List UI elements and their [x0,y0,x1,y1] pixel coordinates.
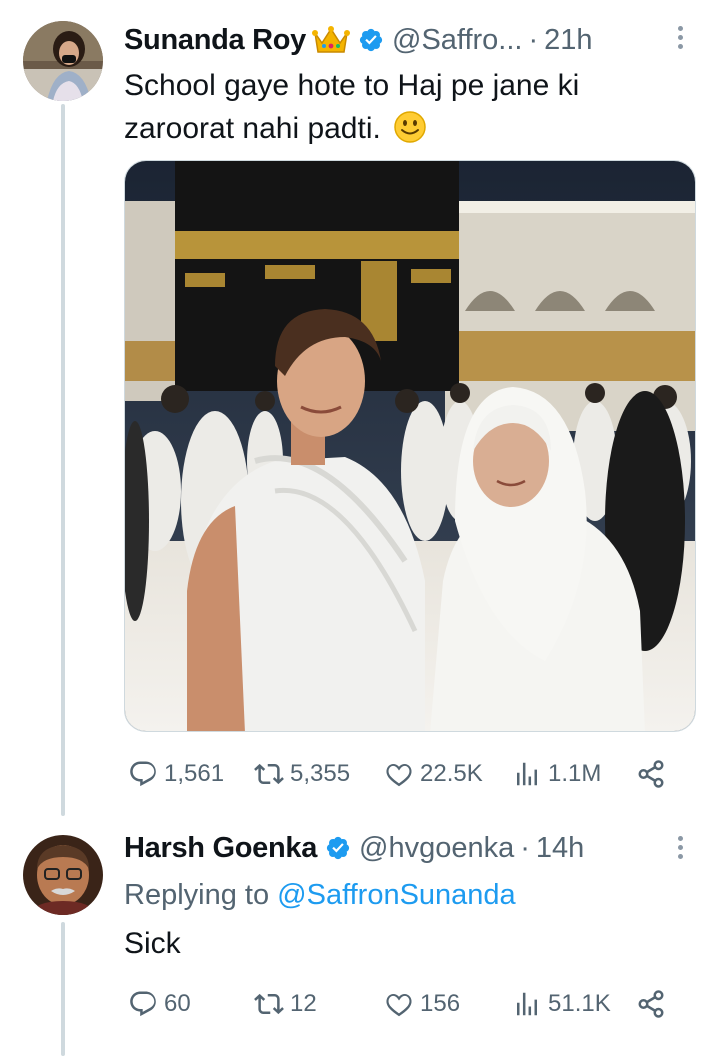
replying-to-mention[interactable]: @SaffronSunanda [277,879,516,911]
avatar[interactable] [23,21,103,101]
reply-button[interactable]: 60 [128,984,191,1024]
tweet-body: Sick [124,927,181,960]
views-icon [517,762,537,786]
user-handle[interactable]: @Saffro... [392,22,522,58]
tweet-header: Harsh Goenka @hvgoenka · 14h [124,830,584,866]
timestamp[interactable]: 14h [536,830,584,866]
share-icon [638,760,664,788]
views-icon [517,992,537,1016]
views-count: 51.1K [548,990,611,1017]
timestamp[interactable]: 21h [544,22,592,58]
reply-icon [130,991,156,1017]
separator-dot: · [528,24,539,56]
reply-count: 60 [164,990,191,1017]
tweet-text: Sick [124,922,181,965]
views-button[interactable]: 1.1M [512,754,601,794]
like-button[interactable]: 22.5K [384,754,483,794]
verified-badge-icon [326,836,350,860]
thread-connector-line [61,104,65,816]
separator-dot: · [520,832,530,864]
avatar[interactable] [23,835,103,915]
like-count: 156 [420,990,461,1017]
like-icon [386,993,412,1017]
tweet-actions: 60 12 156 51.1K [124,984,684,1024]
display-name[interactable]: Sunanda Roy [124,22,306,58]
retweet-count: 5,355 [290,760,351,787]
share-icon [638,990,664,1018]
verified-badge-icon [359,28,383,52]
retweet-button[interactable]: 5,355 [254,754,350,794]
more-icon[interactable] [676,836,684,862]
tweet-actions: 1,561 5,355 22.5K 1.1M [124,754,684,794]
smiley-emoji-icon [394,111,426,143]
share-button[interactable] [636,754,672,794]
like-count: 22.5K [420,760,483,787]
retweet-button[interactable]: 12 [254,984,317,1024]
crown-emoji-icon [312,26,350,53]
retweet-icon [254,993,284,1015]
user-handle[interactable]: @hvgoenka [359,830,514,866]
reply-count: 1,561 [164,760,225,787]
replying-to-label: Replying to [124,879,270,911]
tweet-body: School gaye hote to Haj pe jane ki zaroo… [124,69,580,145]
like-icon [386,763,412,787]
views-count: 1.1M [548,760,602,787]
reply-button[interactable]: 1,561 [128,754,224,794]
views-button[interactable]: 51.1K [512,984,611,1024]
retweet-icon [254,763,284,785]
like-button[interactable]: 156 [384,984,460,1024]
share-button[interactable] [636,984,672,1024]
tweet-header: Sunanda Roy @Saffro... · 21h [124,22,593,58]
replying-to: Replying to @SaffronSunanda [124,876,516,914]
thread-connector-line [61,922,65,1056]
more-icon[interactable] [676,26,684,52]
retweet-count: 12 [290,990,317,1017]
display-name[interactable]: Harsh Goenka [124,830,317,866]
tweet-photo[interactable] [124,160,696,732]
tweet-text: School gaye hote to Haj pe jane ki zaroo… [124,64,684,150]
reply-icon [130,761,156,787]
